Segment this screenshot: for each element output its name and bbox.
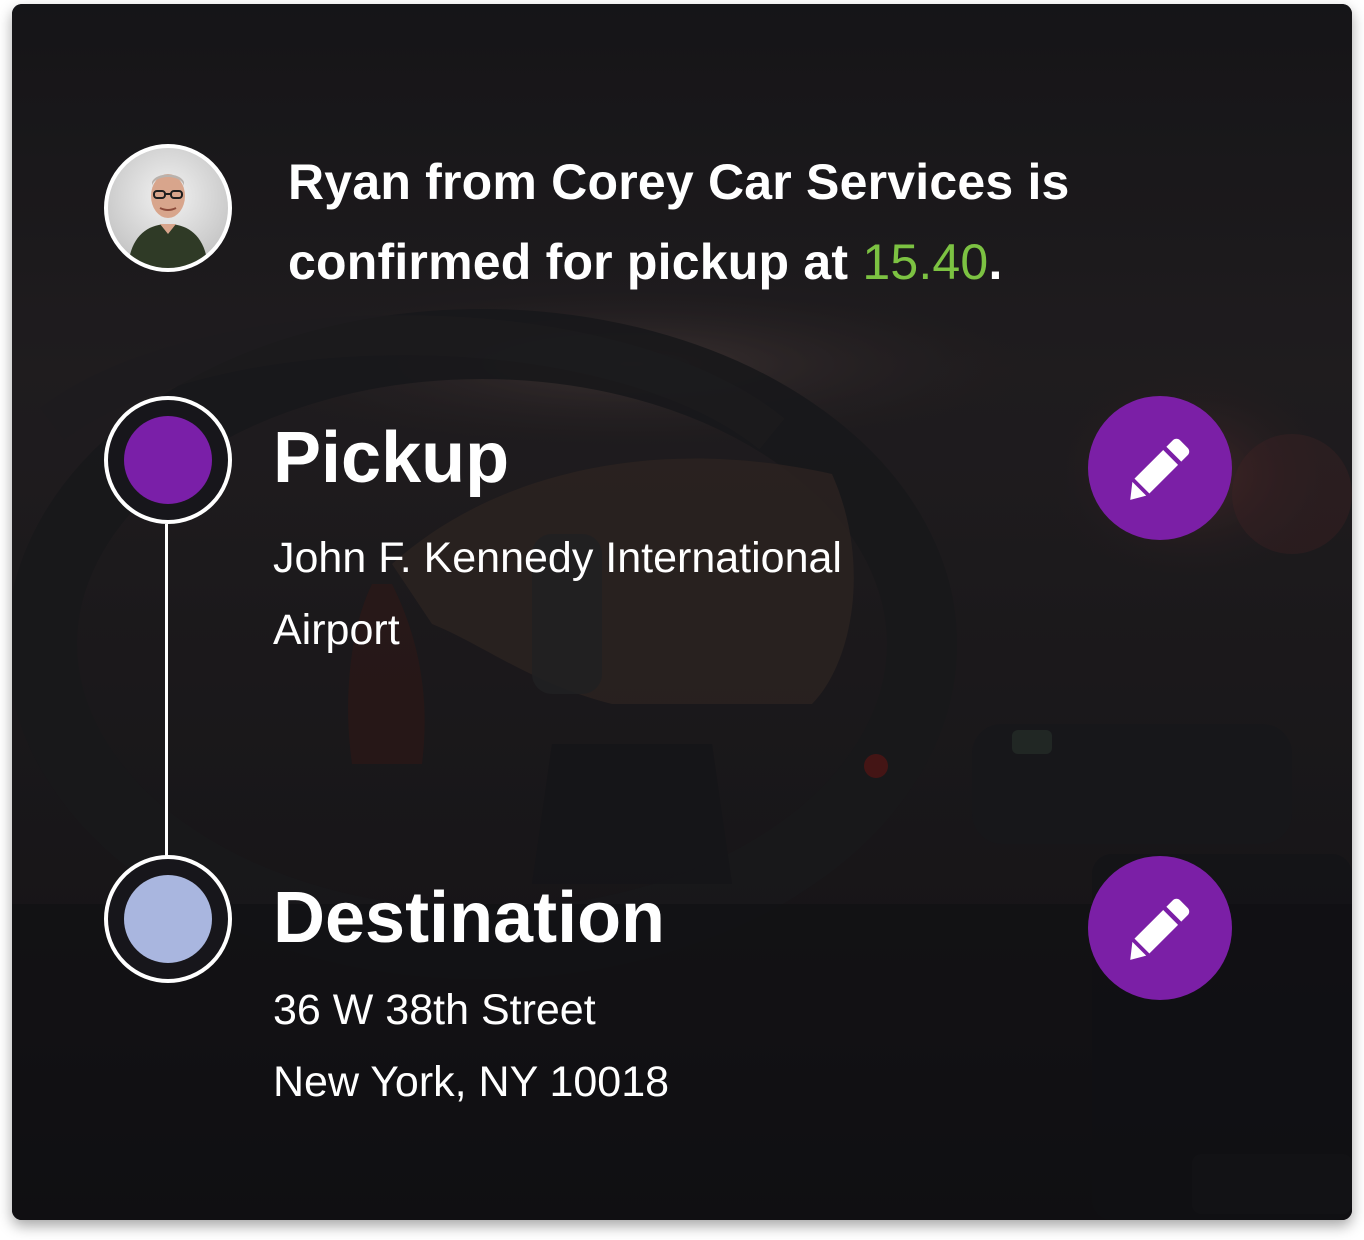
driver-avatar: [104, 144, 232, 272]
edit-destination-button[interactable]: [1088, 856, 1232, 1000]
confirmation-message: Ryan from Corey Car Services is confirme…: [288, 142, 1228, 302]
route-connector-line: [165, 524, 168, 857]
edit-pickup-button[interactable]: [1088, 396, 1232, 540]
pencil-icon: [1130, 898, 1190, 960]
confirmation-period: .: [988, 234, 1003, 290]
destination-label: Destination: [273, 878, 666, 958]
pickup-marker: [104, 396, 232, 524]
destination-marker-dot: [124, 875, 212, 963]
destination-marker: [104, 855, 232, 983]
destination-address: 36 W 38th Street New York, NY 10018: [273, 974, 669, 1118]
ride-confirmation-card: Ryan from Corey Car Services is confirme…: [12, 4, 1352, 1220]
pickup-marker-dot: [124, 416, 212, 504]
pickup-address: John F. Kennedy International Airport: [273, 522, 842, 666]
pickup-time: 15.40: [862, 234, 989, 290]
pencil-icon: [1130, 438, 1190, 500]
pickup-label: Pickup: [273, 418, 510, 498]
pickup-address-line1: John F. Kennedy International: [273, 534, 842, 582]
destination-address-line2: New York, NY 10018: [273, 1058, 670, 1106]
pickup-address-line2: Airport: [273, 606, 400, 654]
destination-address-line1: 36 W 38th Street: [273, 986, 596, 1034]
